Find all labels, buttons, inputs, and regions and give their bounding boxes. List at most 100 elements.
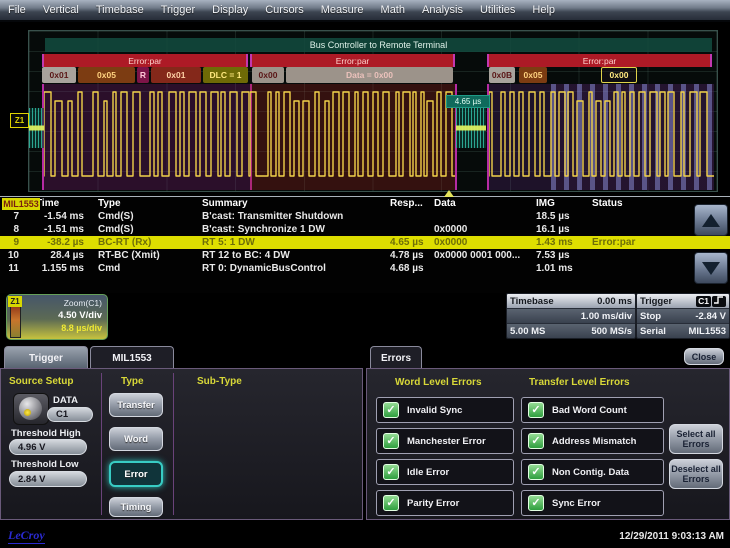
menu-measure[interactable]: Measure — [321, 4, 364, 16]
checkbox-address-mismatch[interactable]: Address Mismatch — [521, 428, 664, 454]
close-button[interactable]: Close — [684, 348, 724, 365]
cell-img: 7.53 µs — [534, 249, 590, 262]
menu-vertical[interactable]: Vertical — [43, 4, 79, 16]
decode-field: 0x00 — [252, 67, 284, 83]
checkbox-non-contig-data[interactable]: Non Contig. Data — [521, 459, 664, 485]
col-type[interactable]: Type — [96, 197, 200, 210]
cell-summary: RT 5: 1 DW — [200, 236, 388, 249]
trigger-slope-icon — [712, 296, 726, 307]
timebase-scale: 1.00 ms/div — [581, 311, 632, 322]
checkbox-idle-error[interactable]: Idle Error — [376, 459, 514, 485]
source-channel-field[interactable]: C1 — [47, 407, 93, 422]
decoded-waveform-segment-3 — [487, 84, 714, 190]
source-setup-title: Source Setup — [9, 376, 73, 387]
decode-field: 0x05 — [78, 67, 135, 83]
gap-time-annotation: 4.65 µs — [446, 95, 490, 108]
col-summary[interactable]: Summary — [200, 197, 388, 210]
checkbox-label: Sync Error — [552, 498, 601, 509]
checkbox-bad-word-count[interactable]: Bad Word Count — [521, 397, 664, 423]
word-level-errors-title: Word Level Errors — [395, 377, 482, 388]
scroll-down-button[interactable] — [694, 252, 728, 284]
table-header-row: Time Type Summary Resp... Data IMG Statu… — [0, 197, 730, 210]
checkbox-manchester-error[interactable]: Manchester Error — [376, 428, 514, 454]
threshold-low-field[interactable]: 2.84 V — [9, 471, 87, 487]
threshold-high-field[interactable]: 4.96 V — [9, 439, 87, 455]
trigger-level: -2.84 V — [695, 311, 726, 322]
cell-img: 1.01 ms — [534, 262, 590, 275]
deselect-all-errors-button[interactable]: Deselect all Errors — [669, 459, 723, 489]
type-transfer-button[interactable]: Transfer — [109, 393, 163, 417]
checkbox-label: Manchester Error — [407, 436, 486, 447]
type-timing-button[interactable]: Timing — [109, 497, 163, 517]
menu-cursors[interactable]: Cursors — [265, 4, 304, 16]
checkbox-label: Parity Error — [407, 498, 459, 509]
type-word-button[interactable]: Word — [109, 427, 163, 451]
z1-tag: Z1 — [8, 296, 22, 307]
menu-trigger[interactable]: Trigger — [161, 4, 195, 16]
tab-mil1553[interactable]: MIL1553 — [90, 346, 174, 369]
checkbox-parity-error[interactable]: Parity Error — [376, 490, 514, 516]
trigger-setup-dialog: Trigger MIL1553 Source Setup DATA C1 Thr… — [0, 346, 363, 520]
errors-dialog: Errors Close Word Level Errors Transfer … — [366, 346, 730, 520]
checkbox-label: Bad Word Count — [552, 405, 627, 416]
decode-error-bar-1: Error:par — [42, 54, 248, 67]
knob-indicator-icon — [24, 409, 31, 416]
cell-summary: RT 12 to BC: 4 DW — [200, 249, 388, 262]
table-row-selected[interactable]: 9 -38.2 µs BC-RT (Rx) RT 5: 1 DW 4.65 µs… — [0, 236, 730, 249]
cell-status — [590, 262, 690, 275]
col-img[interactable]: IMG — [534, 197, 590, 210]
protocol-badge: MIL1553 — [2, 198, 40, 210]
menu-file[interactable]: File — [8, 4, 26, 16]
channel-mode-label: DATA — [53, 395, 78, 406]
type-error-button[interactable]: Error — [109, 461, 163, 487]
col-data[interactable]: Data — [432, 197, 534, 210]
datetime-display: 12/29/2011 9:03:13 AM — [619, 531, 724, 542]
table-row[interactable]: 11 1.155 ms Cmd RT 0: DynamicBusControl … — [0, 262, 730, 275]
col-resp[interactable]: Resp... — [388, 197, 432, 210]
decode-transfer-title: Bus Controller to Remote Terminal — [45, 38, 712, 52]
row-index: 8 — [0, 223, 22, 236]
zoom-trace-descriptor[interactable]: Z1 Zoom(C1) 4.50 V/div 8.8 µs/div — [6, 294, 108, 340]
checkbox-invalid-sync[interactable]: Invalid Sync — [376, 397, 514, 423]
cell-summary: B'cast: Transmitter Shutdown — [200, 210, 388, 223]
menu-utilities[interactable]: Utilities — [480, 4, 515, 16]
table-row[interactable]: 8 -1.51 ms Cmd(S) B'cast: Synchronize 1 … — [0, 223, 730, 236]
table-row[interactable]: 7 -1.54 ms Cmd(S) B'cast: Transmitter Sh… — [0, 210, 730, 223]
checkbox-label: Address Mismatch — [552, 436, 636, 447]
checkbox-sync-error[interactable]: Sync Error — [521, 490, 664, 516]
tab-errors[interactable]: Errors — [370, 346, 422, 369]
col-status[interactable]: Status — [590, 197, 690, 210]
source-knob[interactable] — [13, 393, 49, 425]
source-trace-gap — [456, 108, 486, 148]
menu-display[interactable]: Display — [212, 4, 248, 16]
setup-dialog-body: Source Setup DATA C1 Threshold High 4.96… — [0, 368, 363, 520]
cell-time: -1.54 ms — [22, 210, 96, 223]
errors-dialog-body: Word Level Errors Transfer Level Errors … — [366, 368, 730, 520]
decode-error-bar-2: Error:par — [250, 54, 455, 67]
menu-bar: File Vertical Timebase Trigger Display C… — [0, 0, 730, 22]
cell-type: RT-BC (Xmit) — [96, 249, 200, 262]
threshold-high-label: Threshold High — [11, 428, 81, 439]
trigger-descriptor[interactable]: Trigger C1 Stop -2.84 V Serial MIL1553 — [636, 293, 730, 339]
timebase-descriptor[interactable]: Timebase 0.00 ms 1.00 ms/div 5.00 MS 500… — [506, 293, 636, 339]
threshold-low-label: Threshold Low — [11, 459, 79, 470]
zoom-source: Zoom(C1) — [64, 298, 102, 308]
decode-field: Data = 0x00 — [286, 67, 453, 83]
cell-data: 0x0000 0001 000... — [432, 249, 534, 262]
type-title: Type — [121, 376, 144, 387]
cell-img: 1.43 ms — [534, 236, 590, 249]
decode-field: DLC = 1 — [203, 67, 248, 83]
transfer-level-errors-title: Transfer Level Errors — [529, 377, 630, 388]
cell-resp: 4.68 µs — [388, 262, 432, 275]
menu-math[interactable]: Math — [381, 4, 405, 16]
scroll-up-button[interactable] — [694, 204, 728, 236]
table-row[interactable]: 10 28.4 µs RT-BC (Xmit) RT 12 to BC: 4 D… — [0, 249, 730, 262]
cell-type: Cmd(S) — [96, 223, 200, 236]
checkbox-checked-icon — [383, 464, 399, 480]
knob-dial-icon — [19, 397, 42, 420]
menu-timebase[interactable]: Timebase — [96, 4, 144, 16]
select-all-errors-button[interactable]: Select all Errors — [669, 424, 723, 454]
tab-trigger[interactable]: Trigger — [4, 346, 88, 369]
menu-help[interactable]: Help — [532, 4, 555, 16]
menu-analysis[interactable]: Analysis — [422, 4, 463, 16]
